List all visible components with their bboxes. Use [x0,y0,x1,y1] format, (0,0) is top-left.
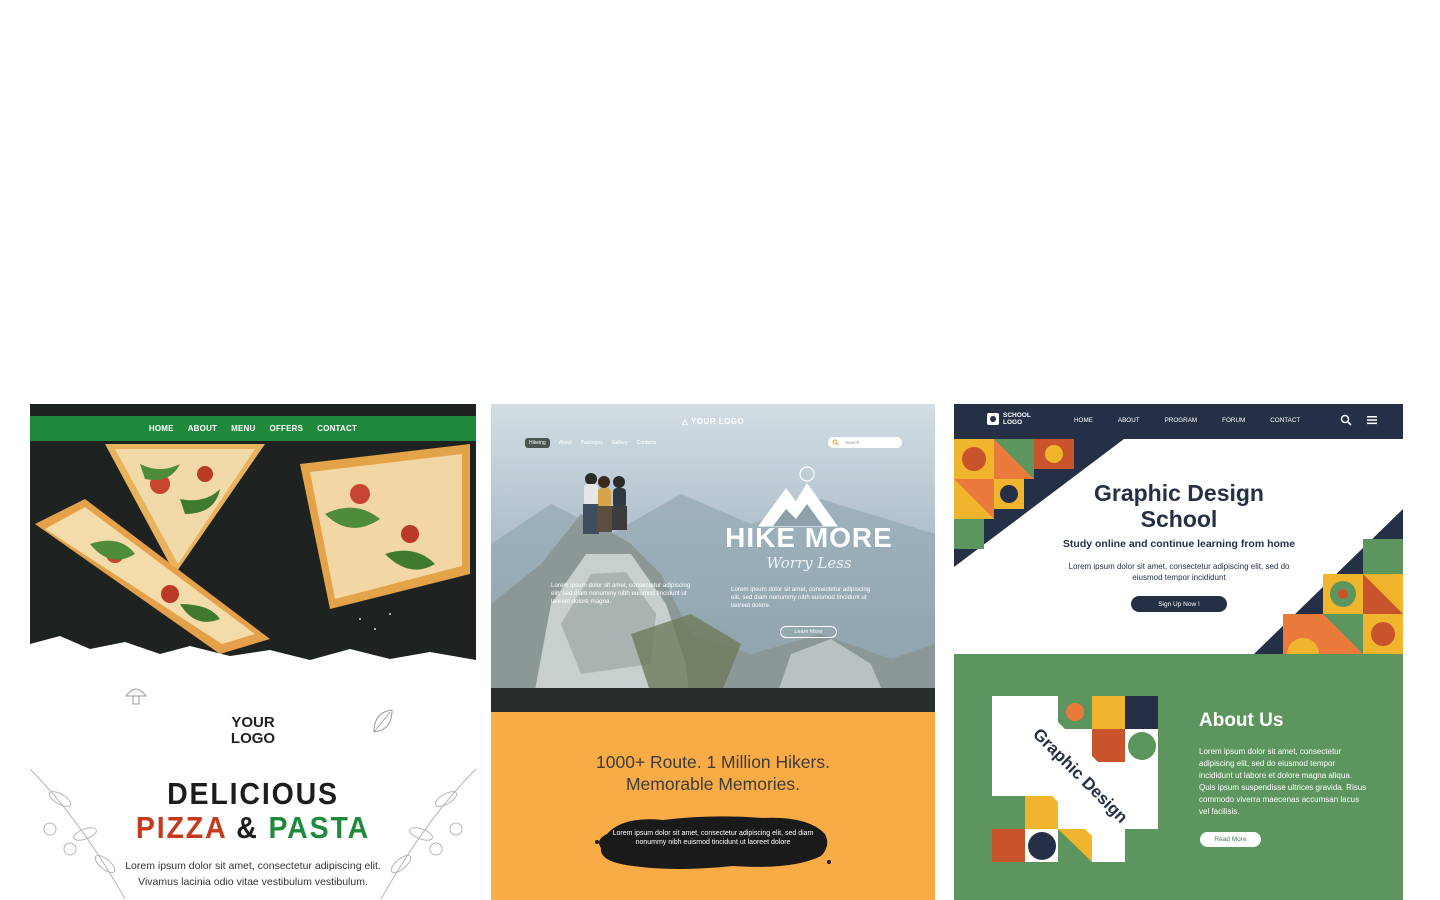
school-logo-icon [987,413,999,425]
hike-nav-hikeing[interactable]: Hikeing [525,438,550,448]
school-nav-bar: HOME ABOUT PROGRAM FORUM CONTACT [1074,417,1300,424]
pizza-body-line2: Vivamus lacinia odio vitae vestibulum ve… [138,876,368,888]
pizza-logo-line1: YOUR [231,714,275,731]
hike-logo: △ YOUR LOGO [491,417,935,426]
pizza-word: PIZZA [135,810,227,845]
mushroom-sketch-icon [125,688,147,705]
school-title-line1: Graphic Design [1094,480,1264,506]
search-icon[interactable] [1340,414,1352,426]
school-paragraph: Lorem ipsum dolor sit amet, consectetur … [1068,562,1290,582]
school-subtitle: Study online and continue learning from … [1062,538,1296,550]
pizza-nav-home[interactable]: HOME [149,424,174,433]
pizza-nav-bar: HOME ABOUT MENU OFFERS CONTACT [30,416,476,441]
pizza-website-card[interactable]: HOME ABOUT MENU OFFERS CONTACT YOUR LOGO [30,404,476,900]
menu-icon[interactable] [1366,414,1378,426]
pasta-word: PASTA [268,810,371,845]
hike-title: HIKE MORE [725,522,893,553]
about-read-more-button[interactable]: Read More [1200,832,1261,847]
hike-website-card[interactable]: △ YOUR LOGO Hikeing About Packages Galle… [491,404,935,900]
school-logo: SCHOOL LOGO [987,412,1031,426]
hike-nav-packages[interactable]: Packages [581,440,603,446]
hike-search-placeholder: Search [845,440,860,445]
hike-nav-about[interactable]: About [559,440,572,446]
hike-paragraph-left: Lorem ipsum dolor sit amet, consectetur … [551,582,691,605]
school-top-icons [1340,414,1378,426]
school-nav-contact[interactable]: CONTACT [1270,417,1300,424]
gallery-canvas: HOME ABOUT MENU OFFERS CONTACT YOUR LOGO [0,0,1440,900]
school-website-card[interactable]: SCHOOL LOGO HOME ABOUT PROGRAM FORUM CON… [954,404,1403,900]
school-nav-forum[interactable]: FORUM [1222,417,1245,424]
school-about-section: Graphic Design About Us Lorem ipsum dolo… [954,654,1403,900]
school-nav-program[interactable]: PROGRAM [1165,417,1198,424]
school-logo-line1: SCHOOL [1003,412,1031,419]
pizza-nav-about[interactable]: ABOUT [188,424,217,433]
hike-blob-text: Lorem ipsum dolor sit amet, consectetur … [612,830,814,846]
ampersand: & [236,810,259,845]
hike-nav-contacts[interactable]: Contacts [637,440,657,446]
hike-paragraph-right: Lorem ipsum dolor sit amet, consectetur … [731,586,871,609]
pizza-nav-offers[interactable]: OFFERS [270,424,304,433]
pizza-nav-menu[interactable]: MENU [231,424,255,433]
pizza-slices-illustration [30,404,476,704]
school-nav-about[interactable]: ABOUT [1118,417,1140,424]
school-nav-home[interactable]: HOME [1074,417,1093,424]
pizza-body-line1: Lorem ipsum dolor sit amet, consectetur … [125,860,381,872]
hike-subtitle: Worry Less [766,554,852,572]
hike-nav-bar: Hikeing About Packages Gallery Contacts [525,438,656,448]
hike-nav-gallery[interactable]: Gallery [612,440,628,446]
pizza-hero-photo [30,404,476,704]
school-logo-line2: LOGO [1003,419,1023,426]
pizza-body-text: Lorem ipsum dolor sit amet, consectetur … [30,858,476,890]
search-icon [832,439,839,446]
hike-tagline-line1: 1000+ Route. 1 Million Hikers. [596,752,830,772]
pizza-logo-line2: LOGO [230,730,276,747]
pizza-headline-pizza-pasta: PIZZA & PASTA [48,810,458,846]
school-title: Graphic Design School [1054,480,1304,532]
about-graphic-image: Graphic Design [992,696,1158,862]
hike-search-input[interactable]: Search [828,437,902,448]
about-text: Lorem ipsum dolor sit amet, consectetur … [1199,747,1367,816]
hike-tagline: 1000+ Route. 1 Million Hikers. Memorable… [491,751,935,795]
hike-logo-text: YOUR LOGO [690,417,745,426]
about-title: About Us [1199,710,1284,731]
pizza-logo: YOUR LOGO [30,715,476,747]
pizza-nav-contact[interactable]: CONTACT [317,424,357,433]
hike-learn-more-button[interactable]: Learn More [780,626,837,638]
school-title-line2: School [1140,506,1218,532]
pizza-headline-delicious: DELICIOUS [167,776,339,811]
school-signup-button[interactable]: Sign Up Now ! [1131,596,1227,612]
hike-logo-icon: △ [681,417,691,426]
hike-tagline-line2: Memorable Memories. [625,774,801,794]
